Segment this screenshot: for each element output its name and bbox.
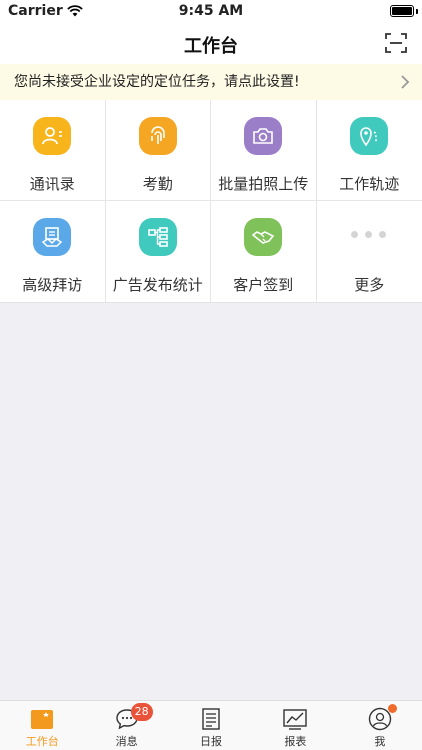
- tab-label: 报表: [284, 735, 307, 748]
- fingerprint-icon: [138, 117, 177, 155]
- function-grid: 通讯录 考勤 批量拍照上传 工作轨迹 高级拜访 广告发布统计 客户签到 更多: [0, 100, 422, 303]
- grid-item-advanced-visit[interactable]: 高级拜访: [0, 201, 106, 302]
- tab-label: 消息: [115, 735, 138, 748]
- nav-bar: 工作台: [0, 22, 422, 64]
- grid-label: 通讯录: [29, 175, 75, 193]
- tab-daily-report[interactable]: 日报: [169, 701, 253, 750]
- grid-label: 更多: [354, 276, 385, 294]
- grid-label: 工作轨迹: [339, 175, 400, 193]
- grid-item-attendance[interactable]: 考勤: [105, 100, 211, 201]
- camera-icon: [244, 117, 283, 155]
- more-icon: [351, 231, 387, 238]
- grid-item-customer-checkin[interactable]: 客户签到: [211, 201, 317, 302]
- grid-item-more[interactable]: 更多: [317, 201, 422, 302]
- tab-me[interactable]: 我: [338, 701, 422, 750]
- grid-item-ad-stats[interactable]: 广告发布统计: [106, 201, 211, 302]
- notice-text: 您尚未接受企业设定的定位任务，请点此设置!: [14, 74, 300, 90]
- grid-label: 客户签到: [233, 276, 294, 294]
- visit-icon: [33, 218, 72, 256]
- chevron-right-icon: [401, 75, 410, 89]
- status-bar: Carrier 9:45 AM: [0, 0, 422, 22]
- tab-bar: 工作台 28 消息 日报 报表 我: [0, 700, 422, 750]
- status-time: 9:45 AM: [178, 3, 244, 19]
- tab-messages[interactable]: 28 消息: [84, 701, 168, 750]
- grid-label: 广告发布统计: [112, 276, 203, 294]
- battery-cap: [416, 9, 418, 14]
- page-title: 工作台: [184, 36, 238, 57]
- tab-label: 我: [374, 735, 386, 748]
- grid-label: 批量拍照上传: [218, 175, 309, 193]
- scan-icon[interactable]: [384, 31, 408, 55]
- flowchart-icon: [138, 218, 177, 256]
- report-doc-icon: [202, 708, 220, 730]
- grid-item-contacts[interactable]: 通讯录: [0, 100, 106, 201]
- location-task-notice[interactable]: 您尚未接受企业设定的定位任务，请点此设置!: [0, 64, 422, 100]
- chart-icon: [283, 709, 308, 730]
- contacts-icon: [33, 117, 72, 155]
- unread-badge: 28: [130, 703, 153, 721]
- grid-label: 考勤: [142, 175, 173, 193]
- handshake-icon: [244, 218, 283, 256]
- notification-dot: [387, 704, 397, 713]
- grid-item-work-track[interactable]: 工作轨迹: [316, 100, 422, 201]
- battery-icon: [390, 5, 414, 17]
- grid-label: 高级拜访: [22, 276, 83, 294]
- tab-label: 日报: [200, 735, 223, 748]
- workbench-icon: [31, 710, 54, 729]
- location-track-icon: [350, 117, 389, 155]
- tab-label: 工作台: [25, 735, 59, 748]
- grid-item-batch-photo-upload[interactable]: 批量拍照上传: [211, 100, 317, 201]
- tab-statistics[interactable]: 报表: [253, 701, 337, 750]
- tab-workbench[interactable]: 工作台: [0, 701, 84, 750]
